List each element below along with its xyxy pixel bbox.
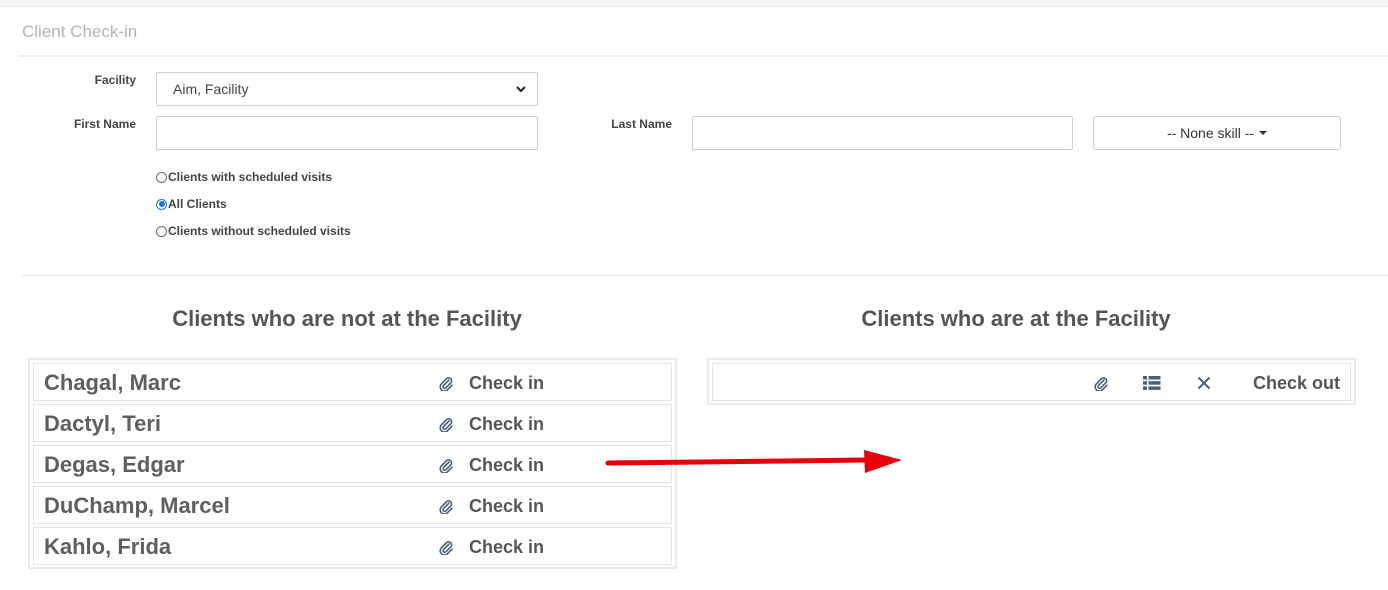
title-divider bbox=[18, 55, 1388, 57]
radio-all-clients-input[interactable] bbox=[156, 198, 167, 210]
client-name: Kahlo, Frida bbox=[44, 534, 172, 559]
radio-unscheduled-label: Clients without scheduled visits bbox=[168, 224, 351, 238]
chevron-down-icon bbox=[516, 86, 526, 93]
paperclip-icon[interactable] bbox=[438, 457, 454, 473]
skill-dropdown-label: -- None skill -- bbox=[1166, 125, 1255, 141]
paperclip-icon[interactable] bbox=[438, 539, 454, 555]
caret-down-icon bbox=[1259, 131, 1268, 135]
list-item: Kahlo, Frida Check in bbox=[33, 527, 672, 565]
check-in-button[interactable]: Check in bbox=[469, 496, 544, 517]
list-item: Degas, Edgar Check in bbox=[33, 445, 672, 483]
client-name: DuChamp, Marcel bbox=[44, 493, 230, 518]
radio-unscheduled-input[interactable] bbox=[156, 225, 167, 237]
radio-scheduled[interactable]: Clients with scheduled visits bbox=[156, 170, 332, 184]
check-out-button[interactable]: Check out bbox=[1253, 373, 1340, 394]
first-name-input[interactable] bbox=[156, 116, 538, 150]
radio-scheduled-label: Clients with scheduled visits bbox=[168, 170, 333, 184]
close-icon[interactable] bbox=[1196, 375, 1212, 391]
last-name-input[interactable] bbox=[692, 116, 1073, 150]
facility-select-value: Aim, Facility bbox=[173, 81, 249, 97]
paperclip-icon[interactable] bbox=[438, 498, 454, 514]
paperclip-icon[interactable] bbox=[438, 375, 454, 391]
at-facility-heading: Clients who are at the Facility bbox=[861, 306, 1171, 331]
radio-all-clients-label: All Clients bbox=[168, 197, 227, 211]
annotation-arrow bbox=[605, 450, 902, 473]
list-item: DuChamp, Marcel Check in bbox=[33, 486, 672, 524]
client-name: Degas, Edgar bbox=[44, 452, 185, 477]
client-name: Chagal, Marc bbox=[44, 370, 181, 395]
check-in-button[interactable]: Check in bbox=[469, 455, 544, 476]
panel-title: Client Check-in bbox=[22, 22, 138, 41]
top-bar bbox=[0, 0, 1388, 7]
last-name-label: Last Name bbox=[611, 117, 672, 131]
section-divider bbox=[22, 275, 1388, 276]
list-icon[interactable] bbox=[1143, 375, 1161, 391]
first-name-label: First Name bbox=[73, 117, 136, 131]
not-at-facility-heading: Clients who are not at the Facility bbox=[172, 306, 522, 331]
check-in-button[interactable]: Check in bbox=[469, 537, 544, 558]
list-item: Chagal, Marc Check in bbox=[33, 363, 672, 401]
facility-select[interactable]: Aim, Facility bbox=[156, 72, 538, 106]
not-at-facility-list: Chagal, Marc Check in Dactyl, Teri Check… bbox=[28, 358, 677, 569]
skill-dropdown[interactable]: -- None skill -- bbox=[1093, 116, 1341, 150]
client-name: Dactyl, Teri bbox=[44, 411, 161, 436]
paperclip-icon[interactable] bbox=[438, 416, 454, 432]
paperclip-icon[interactable] bbox=[1093, 375, 1109, 391]
radio-all-clients[interactable]: All Clients bbox=[156, 197, 227, 211]
list-item: Check out bbox=[712, 363, 1351, 401]
check-in-button[interactable]: Check in bbox=[469, 373, 544, 394]
at-facility-list: Check out bbox=[707, 358, 1356, 405]
radio-scheduled-input[interactable] bbox=[156, 171, 167, 183]
facility-label: Facility bbox=[94, 73, 136, 87]
radio-unscheduled[interactable]: Clients without scheduled visits bbox=[156, 224, 351, 238]
check-in-button[interactable]: Check in bbox=[469, 414, 544, 435]
list-item: Dactyl, Teri Check in bbox=[33, 404, 672, 442]
